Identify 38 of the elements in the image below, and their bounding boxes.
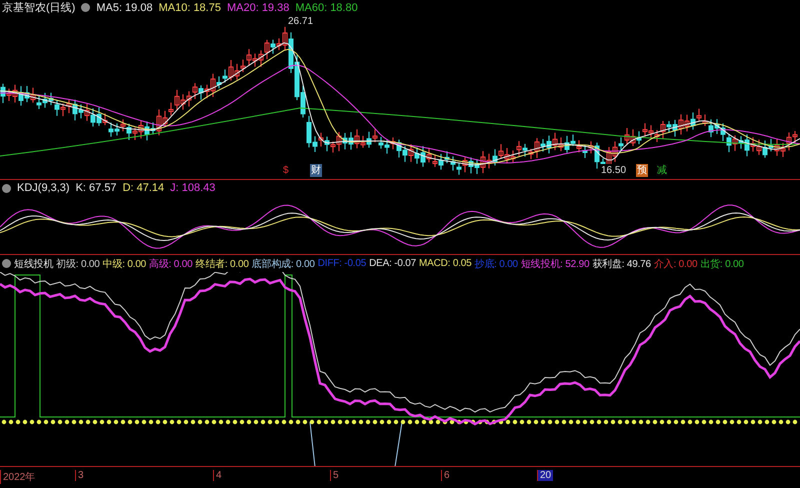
indicator-value: K: 67.57: [76, 182, 117, 194]
event-marker[interactable]: 减: [656, 164, 668, 177]
indicator-value: MA5: 19.08: [96, 2, 153, 14]
event-marker[interactable]: 财: [310, 164, 322, 177]
dropdown-icon[interactable]: [2, 184, 11, 193]
indicator-value: DEA: -0.07: [369, 258, 416, 270]
indicator-value: 中级: 0.00: [102, 258, 146, 271]
indicator-value: 短线投机: 52.90: [520, 258, 590, 271]
indicator-value: MA20: 19.38: [226, 2, 290, 14]
indicator-value: DIFF: -0.05: [318, 258, 366, 270]
indicator-value: 初级: 0.00: [56, 258, 100, 271]
dropdown-icon[interactable]: [2, 259, 11, 268]
date-axis-label: 5: [330, 470, 341, 482]
indicator-value: 抄底: 0.00: [474, 258, 518, 271]
date-axis-label: 6: [441, 470, 452, 482]
indicator-value: 底部构成: 0.00: [252, 258, 315, 271]
indicator-value: J: 108.43: [170, 182, 216, 194]
date-axis-label: 20: [537, 470, 554, 482]
high-price-label: 26.71: [288, 16, 314, 27]
indicator-value: MA60: 18.80: [295, 2, 358, 14]
indicator-value: 获利盘: 49.76: [592, 258, 651, 271]
date-axis-label: 3: [75, 470, 86, 482]
indicator-value: MA10: 18.75: [158, 2, 221, 14]
indicator-value: 高级: 0.00: [149, 258, 192, 271]
event-marker[interactable]: 预: [636, 164, 648, 177]
dropdown-icon[interactable]: [81, 3, 90, 12]
date-axis-label: 2022年: [0, 470, 38, 484]
indicator-value: 终结者: 0.00: [195, 258, 249, 271]
indicator-value: D: 47.14: [122, 182, 164, 194]
indicator-title: KDJ(9,3,3): [17, 182, 70, 194]
low-price-label: 16.50: [600, 164, 628, 177]
stock-title: 京基智农(日线): [2, 0, 76, 16]
event-marker[interactable]: $: [282, 164, 290, 177]
indicator-value: MACD: 0.05: [419, 258, 472, 270]
indicator-value: 介入: 0.00: [654, 258, 698, 271]
indicator-value: 出货: 0.00: [700, 258, 744, 271]
date-axis-label: 4: [213, 470, 224, 482]
indicator-title: 短线投机: [14, 258, 54, 271]
